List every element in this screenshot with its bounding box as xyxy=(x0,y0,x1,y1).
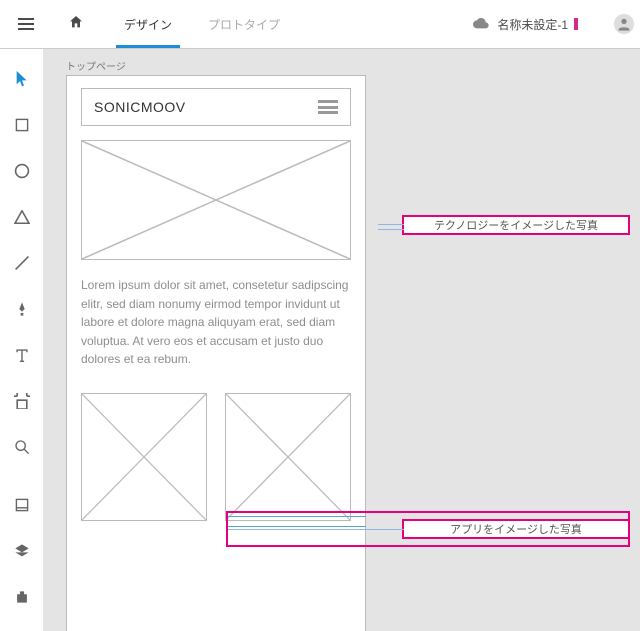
zoom-tool-icon[interactable] xyxy=(10,435,34,459)
mock-two-column xyxy=(81,393,351,521)
polygon-tool-icon[interactable] xyxy=(10,205,34,229)
workspace: トップページ SONICMOOV Lorem ipsum dolor sit a… xyxy=(0,49,640,631)
tool-rail xyxy=(0,49,44,631)
artboard-tool-icon[interactable] xyxy=(10,389,34,413)
mock-body-text[interactable]: Lorem ipsum dolor sit amet, consetetur s… xyxy=(81,276,351,369)
assets-panel-icon[interactable] xyxy=(10,493,34,517)
mock-hamburger-icon xyxy=(318,100,338,114)
tab-prototype[interactable]: プロトタイプ xyxy=(200,0,288,48)
plugins-panel-icon[interactable] xyxy=(10,585,34,609)
unsaved-indicator-icon xyxy=(574,18,578,30)
ellipse-tool-icon[interactable] xyxy=(10,159,34,183)
mock-card-right[interactable] xyxy=(225,393,351,521)
artboard[interactable]: SONICMOOV Lorem ipsum dolor sit amet, co… xyxy=(66,75,366,631)
home-icon[interactable] xyxy=(68,14,84,35)
text-tool-icon[interactable] xyxy=(10,343,34,367)
document-title-text: 名称未設定-1 xyxy=(497,16,568,33)
annotation-hero: テクノロジーをイメージした写真 xyxy=(402,215,630,235)
annotation-card: アプリをイメージした写真 xyxy=(402,519,630,539)
mock-hero-placeholder[interactable] xyxy=(81,140,351,260)
mode-tabs: デザイン プロトタイプ xyxy=(116,0,308,48)
tab-design[interactable]: デザイン xyxy=(116,0,180,48)
layers-panel-icon[interactable] xyxy=(10,539,34,563)
main-menu-icon[interactable] xyxy=(18,18,34,30)
app-topbar: デザイン プロトタイプ 名称未設定-1 xyxy=(0,0,640,48)
select-tool-icon[interactable] xyxy=(10,67,34,91)
mock-card-left[interactable] xyxy=(81,393,207,521)
account-avatar-icon[interactable] xyxy=(614,14,634,34)
cloud-icon xyxy=(473,17,489,32)
document-title[interactable]: 名称未設定-1 xyxy=(473,16,578,33)
rectangle-tool-icon[interactable] xyxy=(10,113,34,137)
selection-guide-line xyxy=(226,526,366,527)
artboard-label[interactable]: トップページ xyxy=(66,58,126,73)
design-canvas[interactable]: トップページ SONICMOOV Lorem ipsum dolor sit a… xyxy=(44,49,640,631)
pen-tool-icon[interactable] xyxy=(10,297,34,321)
mock-header[interactable]: SONICMOOV xyxy=(81,88,351,126)
line-tool-icon[interactable] xyxy=(10,251,34,275)
mock-brand-text: SONICMOOV xyxy=(94,99,186,115)
selection-guide-line xyxy=(226,516,366,517)
